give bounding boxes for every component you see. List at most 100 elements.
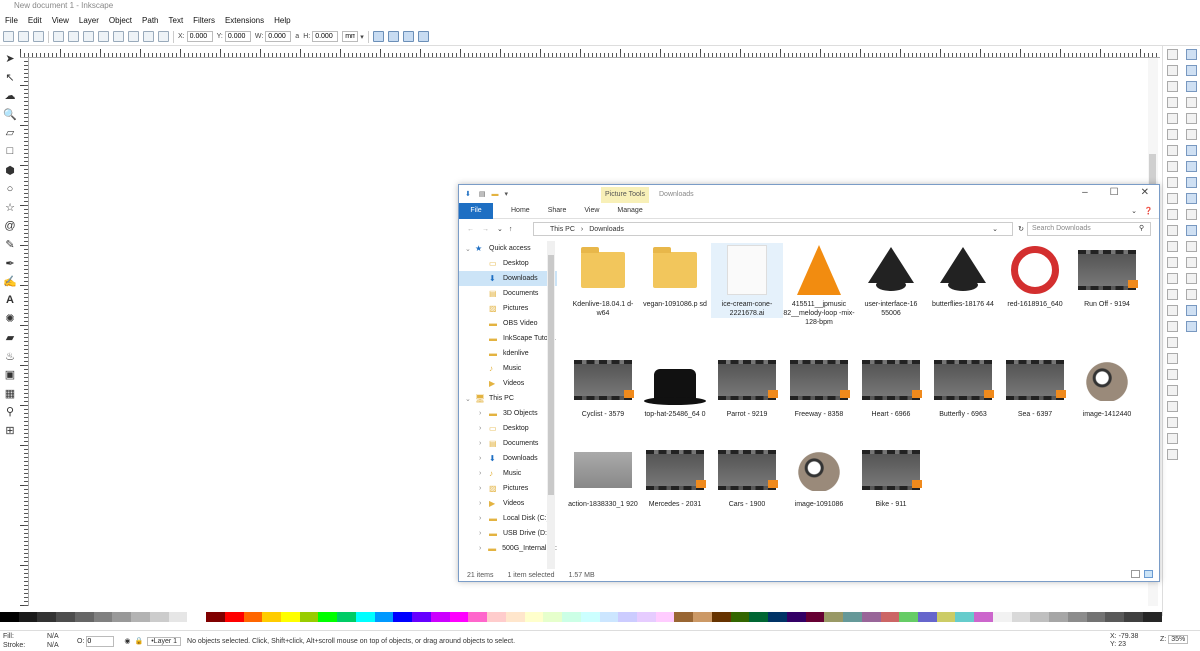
nav-item[interactable]: ▭ Desktop — [459, 256, 557, 271]
tab-file[interactable]: File — [459, 202, 493, 219]
palette-swatch[interactable] — [1105, 612, 1125, 622]
nav-item[interactable]: › ▭ Desktop — [459, 421, 557, 436]
unit-value[interactable] — [342, 31, 359, 42]
palette-swatch[interactable] — [131, 612, 150, 622]
spray-tool-icon[interactable]: ✺ — [4, 311, 17, 326]
ellipse-tool-icon[interactable]: ○ — [4, 181, 17, 196]
h-input[interactable] — [312, 31, 339, 42]
snap-bbox-midpoint-icon[interactable] — [1186, 112, 1197, 124]
flip-horizontal-icon[interactable] — [83, 31, 94, 42]
lock-layer-icon[interactable]: 🔒 — [135, 637, 144, 645]
duplicate-icon[interactable] — [1167, 272, 1178, 284]
palette-swatch[interactable] — [580, 612, 600, 622]
palette-swatch[interactable] — [730, 612, 750, 622]
document-properties-icon[interactable] — [1167, 432, 1178, 444]
palette-swatch[interactable] — [861, 612, 881, 622]
palette-swatch[interactable] — [768, 612, 787, 622]
file-item[interactable]: Parrot - 9219 — [711, 353, 783, 419]
expand-chevron-icon[interactable]: › — [479, 545, 484, 552]
address-dropdown-icon[interactable]: ⌄ — [992, 225, 998, 233]
nav-item[interactable]: › ▶ Videos — [459, 496, 557, 511]
new-folder-icon[interactable]: ▬ — [492, 191, 499, 198]
palette-swatch[interactable] — [618, 612, 637, 622]
layers-icon[interactable] — [1167, 384, 1178, 396]
tab-manage[interactable]: Manage — [617, 207, 642, 214]
file-item[interactable]: image-1412440 — [1071, 353, 1143, 419]
palette-swatch[interactable] — [1124, 612, 1143, 622]
3d-box-tool-icon[interactable]: ⬢ — [4, 163, 17, 178]
file-item[interactable]: Bike - 911 — [855, 443, 927, 509]
snap-bbox-corner-icon[interactable] — [1186, 96, 1197, 108]
paste-icon[interactable] — [1167, 208, 1178, 220]
star-tool-icon[interactable]: ☆ — [4, 200, 17, 215]
file-item[interactable]: butterflies-18176 44 — [927, 243, 999, 309]
snap-paths-icon[interactable] — [1186, 160, 1197, 172]
file-item[interactable]: Freeway - 8358 — [783, 353, 855, 419]
palette-swatch[interactable] — [899, 612, 918, 622]
palette-swatch[interactable] — [543, 612, 563, 622]
horizontal-ruler[interactable] — [20, 47, 1160, 58]
large-icons-view-icon[interactable] — [1144, 570, 1153, 578]
save-icon[interactable] — [1167, 80, 1178, 92]
fill-value[interactable]: N/A — [47, 632, 77, 641]
search-input[interactable]: Search Downloads — [1027, 222, 1151, 236]
file-item[interactable]: Sea - 6397 — [999, 353, 1071, 419]
layer-select[interactable]: •Layer 1 — [147, 636, 182, 646]
measure-tool-icon[interactable]: ▱ — [4, 125, 17, 140]
file-item[interactable]: ice-cream-cone-2221678.ai — [711, 243, 783, 318]
redo-icon[interactable] — [1167, 160, 1178, 172]
palette-swatch[interactable] — [374, 612, 394, 622]
snap-cusp-nodes-icon[interactable] — [1186, 192, 1197, 204]
bucket-tool-icon[interactable]: ♨ — [4, 349, 17, 364]
expand-chevron-icon[interactable]: › — [479, 425, 485, 432]
palette-swatch[interactable] — [487, 612, 506, 622]
deselect-icon[interactable] — [33, 31, 44, 42]
snap-grid-icon[interactable] — [1186, 304, 1197, 316]
palette-swatch[interactable] — [430, 612, 450, 622]
palette-swatch[interactable] — [0, 612, 19, 622]
file-item[interactable]: Cyclist - 3579 — [567, 353, 639, 419]
palette-swatch[interactable] — [936, 612, 956, 622]
nav-item[interactable]: › ▬ USB Drive (D:) — [459, 526, 557, 541]
palette-swatch[interactable] — [562, 612, 581, 622]
expand-ribbon-icon[interactable]: ⌄ — [1131, 207, 1137, 215]
expand-chevron-icon[interactable]: › — [479, 515, 485, 522]
palette-swatch[interactable] — [599, 612, 619, 622]
snap-bbox-edge-icon[interactable] — [1186, 80, 1197, 92]
chevron-down-icon[interactable]: ▾ — [360, 33, 364, 41]
palette-swatch[interactable] — [412, 612, 431, 622]
minimize-icon[interactable]: – — [1082, 187, 1088, 198]
menu-edit[interactable]: Edit — [28, 14, 42, 28]
node-tool-icon[interactable]: ↖ — [4, 70, 17, 85]
snap-smooth-nodes-icon[interactable] — [1186, 208, 1197, 220]
palette-swatch[interactable] — [337, 612, 356, 622]
menu-object[interactable]: Object — [109, 14, 132, 28]
palette-swatch[interactable] — [56, 612, 75, 622]
palette-swatch[interactable] — [636, 612, 656, 622]
x-input[interactable] — [186, 31, 213, 42]
collapse-chevron-icon[interactable]: ⌄ — [465, 245, 471, 253]
pencil-tool-icon[interactable]: ✎ — [4, 237, 17, 252]
palette-swatch[interactable] — [1011, 612, 1031, 622]
menu-extensions[interactable]: Extensions — [225, 14, 264, 28]
palette-swatch[interactable] — [355, 612, 375, 622]
nav-item[interactable]: ▬ OBS Video — [459, 316, 557, 331]
tab-share[interactable]: Share — [548, 207, 567, 214]
palette-swatch[interactable] — [505, 612, 525, 622]
nav-item[interactable]: ⌄ 🖥 This PC — [459, 391, 557, 406]
refresh-icon[interactable]: ↻ — [1018, 225, 1024, 233]
spiral-tool-icon[interactable]: @ — [4, 218, 17, 233]
nav-item[interactable]: › ▨ Pictures — [459, 481, 557, 496]
customize-qat-icon[interactable]: ▾ — [505, 190, 509, 198]
palette-swatch[interactable] — [281, 612, 300, 622]
maximize-icon[interactable]: ☐ — [1110, 187, 1119, 198]
open-file-icon[interactable] — [1167, 64, 1178, 76]
palette-swatch[interactable] — [992, 612, 1012, 622]
palette-swatch[interactable] — [393, 612, 413, 622]
expand-chevron-icon[interactable]: › — [479, 440, 485, 447]
menu-file[interactable]: File — [5, 14, 18, 28]
menu-path[interactable]: Path — [142, 14, 158, 28]
file-item[interactable]: red-1618916_640 — [999, 243, 1071, 309]
align-distribute-icon[interactable] — [1167, 416, 1178, 428]
eraser-tool-icon[interactable]: ▰ — [4, 330, 17, 345]
